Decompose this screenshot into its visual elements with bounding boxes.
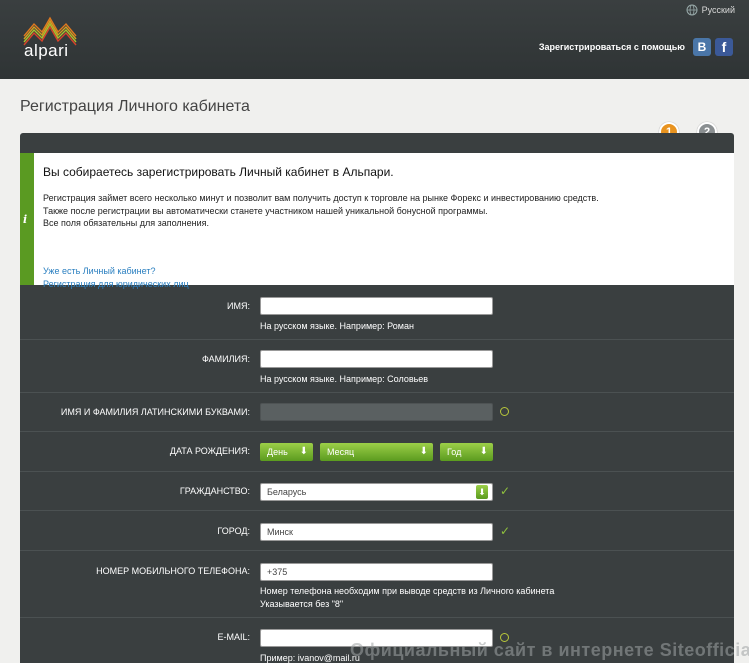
row-divider xyxy=(20,392,734,393)
logo-text[interactable]: alpari xyxy=(24,41,69,61)
intro-line-3: Все поля обязательны для заполнения. xyxy=(43,218,209,228)
name-input[interactable] xyxy=(260,297,493,315)
arrow-down-icon: ⬇ xyxy=(479,446,488,457)
site-header: alpari Русский Зарегистрироваться с помо… xyxy=(0,0,749,79)
email-hint: Пример: ivanov@mail.ru xyxy=(260,653,360,663)
intro-line-1: Регистрация займет всего несколько минут… xyxy=(43,193,599,203)
latin-name-label: ИМЯ И ФАМИЛИЯ ЛАТИНСКИМИ БУКВАМИ: xyxy=(60,407,250,417)
page-title: Регистрация Личного кабинета xyxy=(20,98,250,115)
row-divider xyxy=(20,550,734,551)
intro-line-2: Также после регистрации вы автоматически… xyxy=(43,205,488,216)
citizenship-select[interactable]: Беларусь ⬇ xyxy=(260,483,493,501)
arrow-down-icon: ⬇ xyxy=(299,446,308,457)
surname-hint: На русском языке. Например: Соловьев xyxy=(260,374,429,384)
intro-heading: Вы собираетесь зарегистрировать Личный к… xyxy=(43,165,394,179)
phone-hint-line-1: Номер телефона необходим при выводе сред… xyxy=(260,586,555,596)
row-divider xyxy=(20,339,734,340)
row-divider xyxy=(20,471,734,472)
watermark: Официальный сайт в интернете Siteofficia… xyxy=(350,640,749,660)
birth-year-select[interactable]: Год ⬇ xyxy=(440,443,493,461)
name-label: ИМЯ: xyxy=(227,301,250,311)
existing-account-link[interactable]: Уже есть Личный кабинет? xyxy=(43,266,155,276)
name-hint: На русском языке. Например: Роман xyxy=(260,321,414,331)
phone-hint-line-2: Указывается без "8" xyxy=(260,598,344,609)
social-login: Зарегистрироваться с помощью B f xyxy=(539,38,733,56)
facebook-login-button[interactable]: f xyxy=(715,38,733,56)
birth-date-label: ДАТА РОЖДЕНИЯ: xyxy=(169,446,250,456)
language-switcher[interactable]: Русский xyxy=(686,4,735,16)
citizenship-label: ГРАЖДАНСТВО: xyxy=(179,486,250,496)
birth-day-select[interactable]: День ⬇ xyxy=(260,443,313,461)
city-label: ГОРОД: xyxy=(217,526,250,536)
phone-hint: Номер телефона необходим при выводе сред… xyxy=(260,585,554,610)
latin-name-input[interactable] xyxy=(260,403,493,421)
arrow-down-icon: ⬇ xyxy=(476,485,488,499)
email-label: E-MAIL: xyxy=(217,632,250,642)
phone-value: +375 xyxy=(267,567,288,577)
arrow-down-icon: ⬇ xyxy=(419,446,428,457)
birth-year-value: Год xyxy=(447,447,462,457)
legal-entity-link[interactable]: Регистрация для юридических лиц xyxy=(43,279,189,289)
row-divider xyxy=(20,510,734,511)
phone-input[interactable]: +375 xyxy=(260,563,493,581)
check-icon: ✓ xyxy=(500,524,511,538)
city-value: Минск xyxy=(267,527,293,537)
social-login-label: Зарегистрироваться с помощью xyxy=(538,42,685,52)
birth-month-value: Месяц xyxy=(327,447,355,457)
info-icon: i xyxy=(23,213,28,226)
row-divider xyxy=(20,431,734,432)
help-icon[interactable] xyxy=(500,407,509,416)
check-icon: ✓ xyxy=(500,484,511,498)
surname-input[interactable] xyxy=(260,350,493,368)
row-divider xyxy=(20,617,734,618)
intro-box: i Вы собираетесь зарегистрировать Личный… xyxy=(20,153,734,289)
citizenship-value: Беларусь xyxy=(267,487,307,497)
city-input[interactable]: Минск xyxy=(260,523,493,541)
language-label: Русский xyxy=(701,5,735,15)
birth-month-select[interactable]: Месяц ⬇ xyxy=(320,443,433,461)
vk-login-button[interactable]: B xyxy=(693,38,711,56)
birth-day-value: День xyxy=(267,447,288,457)
surname-label: ФАМИЛИЯ: xyxy=(202,354,250,364)
globe-icon xyxy=(686,4,698,16)
registration-panel: i Вы собираетесь зарегистрировать Личный… xyxy=(20,133,734,663)
intro-text: Регистрация займет всего несколько минут… xyxy=(43,192,599,230)
phone-label: НОМЕР МОБИЛЬНОГО ТЕЛЕФОНА: xyxy=(96,566,250,576)
